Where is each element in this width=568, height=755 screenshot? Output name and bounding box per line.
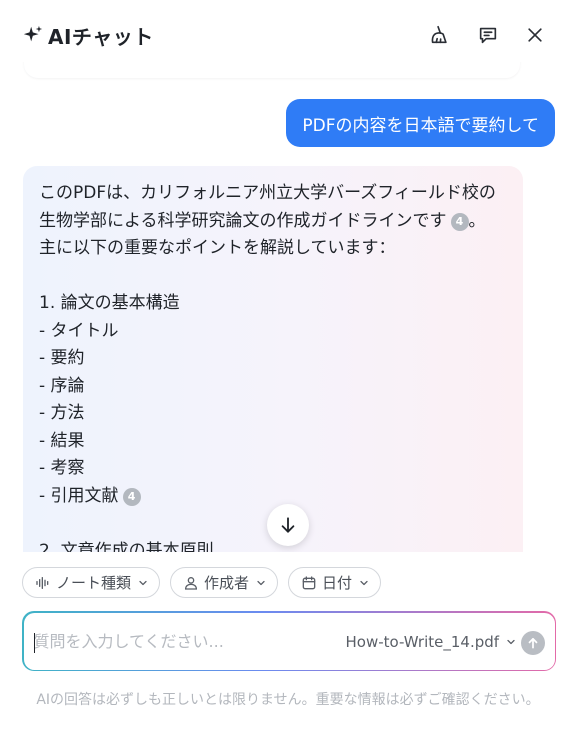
person-icon xyxy=(185,576,198,590)
ai-line: - 考察 xyxy=(39,458,85,478)
previous-message-edge xyxy=(24,62,520,78)
calendar-icon xyxy=(302,575,316,589)
citation-badge[interactable]: 4 xyxy=(450,212,469,231)
user-message: PDFの内容を日本語で要約して xyxy=(286,99,555,147)
chevron-down-icon xyxy=(257,580,265,585)
close-icon xyxy=(528,28,542,42)
header: AIチャット xyxy=(0,0,568,68)
author-filter[interactable]: 作成者 xyxy=(170,567,279,598)
waveform-icon xyxy=(36,576,49,589)
ai-line: 主に以下の重要なポイントを解説しています： xyxy=(39,238,396,258)
arrow-down-icon xyxy=(281,517,295,533)
scroll-to-bottom-button[interactable] xyxy=(267,504,309,546)
citation-badge[interactable]: 4 xyxy=(122,487,141,506)
chevron-down-icon xyxy=(360,580,368,585)
chat-history-button[interactable] xyxy=(476,23,500,47)
arrow-up-icon xyxy=(528,637,537,649)
ai-line-text: 生物学部による科学研究論文の作成ガイドラインです xyxy=(39,210,447,231)
send-button[interactable] xyxy=(520,630,545,655)
chat-history-icon xyxy=(479,27,497,44)
ai-line-text: - 引用文献 xyxy=(39,485,119,506)
user-message-text: PDFの内容を日本語で要約して xyxy=(302,115,539,136)
file-selector[interactable]: How-to-Write_14.pdf xyxy=(346,629,518,655)
ai-line: 生物学部による科学研究論文の作成ガイドラインです 4。 xyxy=(39,208,507,236)
panel-title: AIチャット xyxy=(48,24,154,49)
date-filter[interactable]: 日付 xyxy=(288,567,382,598)
filter-bar: ノート種類 作成者 日付 xyxy=(22,567,382,599)
question-input-box: How-to-Write_14.pdf xyxy=(22,611,556,671)
note-type-label: ノート種類 xyxy=(56,574,132,592)
sparkle-icon xyxy=(23,25,43,42)
author-label: 作成者 xyxy=(204,574,250,592)
chevron-down-icon xyxy=(507,639,515,644)
ai-line: - 方法 xyxy=(39,403,85,423)
question-input-inner: How-to-Write_14.pdf xyxy=(23,612,555,670)
title-wrap: AIチャット xyxy=(22,22,154,49)
chevron-down-icon xyxy=(139,580,147,585)
ai-line: - 引用文献 4 xyxy=(39,483,507,511)
chat-scroll-area[interactable]: PDFの内容を日本語で要約して このPDFは、カリフォルニア州立大学バーズフィー… xyxy=(0,62,568,552)
ai-chat-panel: AIチャット PDFの内容を日本語で要約して このPDFは、カリフォルニア州立大… xyxy=(0,0,568,755)
disclaimer: AIの回答は必ずしも正しいとは限りません。重要な情報は必ずご確認ください。 xyxy=(36,692,540,708)
ai-line: - タイトル xyxy=(39,320,119,341)
date-label: 日付 xyxy=(322,574,353,592)
question-input[interactable] xyxy=(33,612,334,670)
ai-line: このPDFは、カリフォルニア州立大学バーズフィールド校の xyxy=(39,183,496,203)
ai-line-end: 。 xyxy=(468,210,486,231)
note-type-filter[interactable]: ノート種類 xyxy=(22,567,161,598)
file-selector-label: How-to-Write_14.pdf xyxy=(345,632,500,651)
ai-line: 1. 論文の基本構造 xyxy=(39,293,180,313)
clean-brush-icon xyxy=(431,25,447,44)
ai-line: - 結果 xyxy=(39,430,85,451)
close-button[interactable] xyxy=(523,23,547,47)
ai-line: - 序論 xyxy=(39,375,85,396)
clear-chat-button[interactable] xyxy=(427,23,451,47)
ai-line: - 要約 xyxy=(39,348,85,368)
ai-message: このPDFは、カリフォルニア州立大学バーズフィールド校の 生物学部による科学研究… xyxy=(23,166,523,552)
text-caret xyxy=(33,632,35,653)
